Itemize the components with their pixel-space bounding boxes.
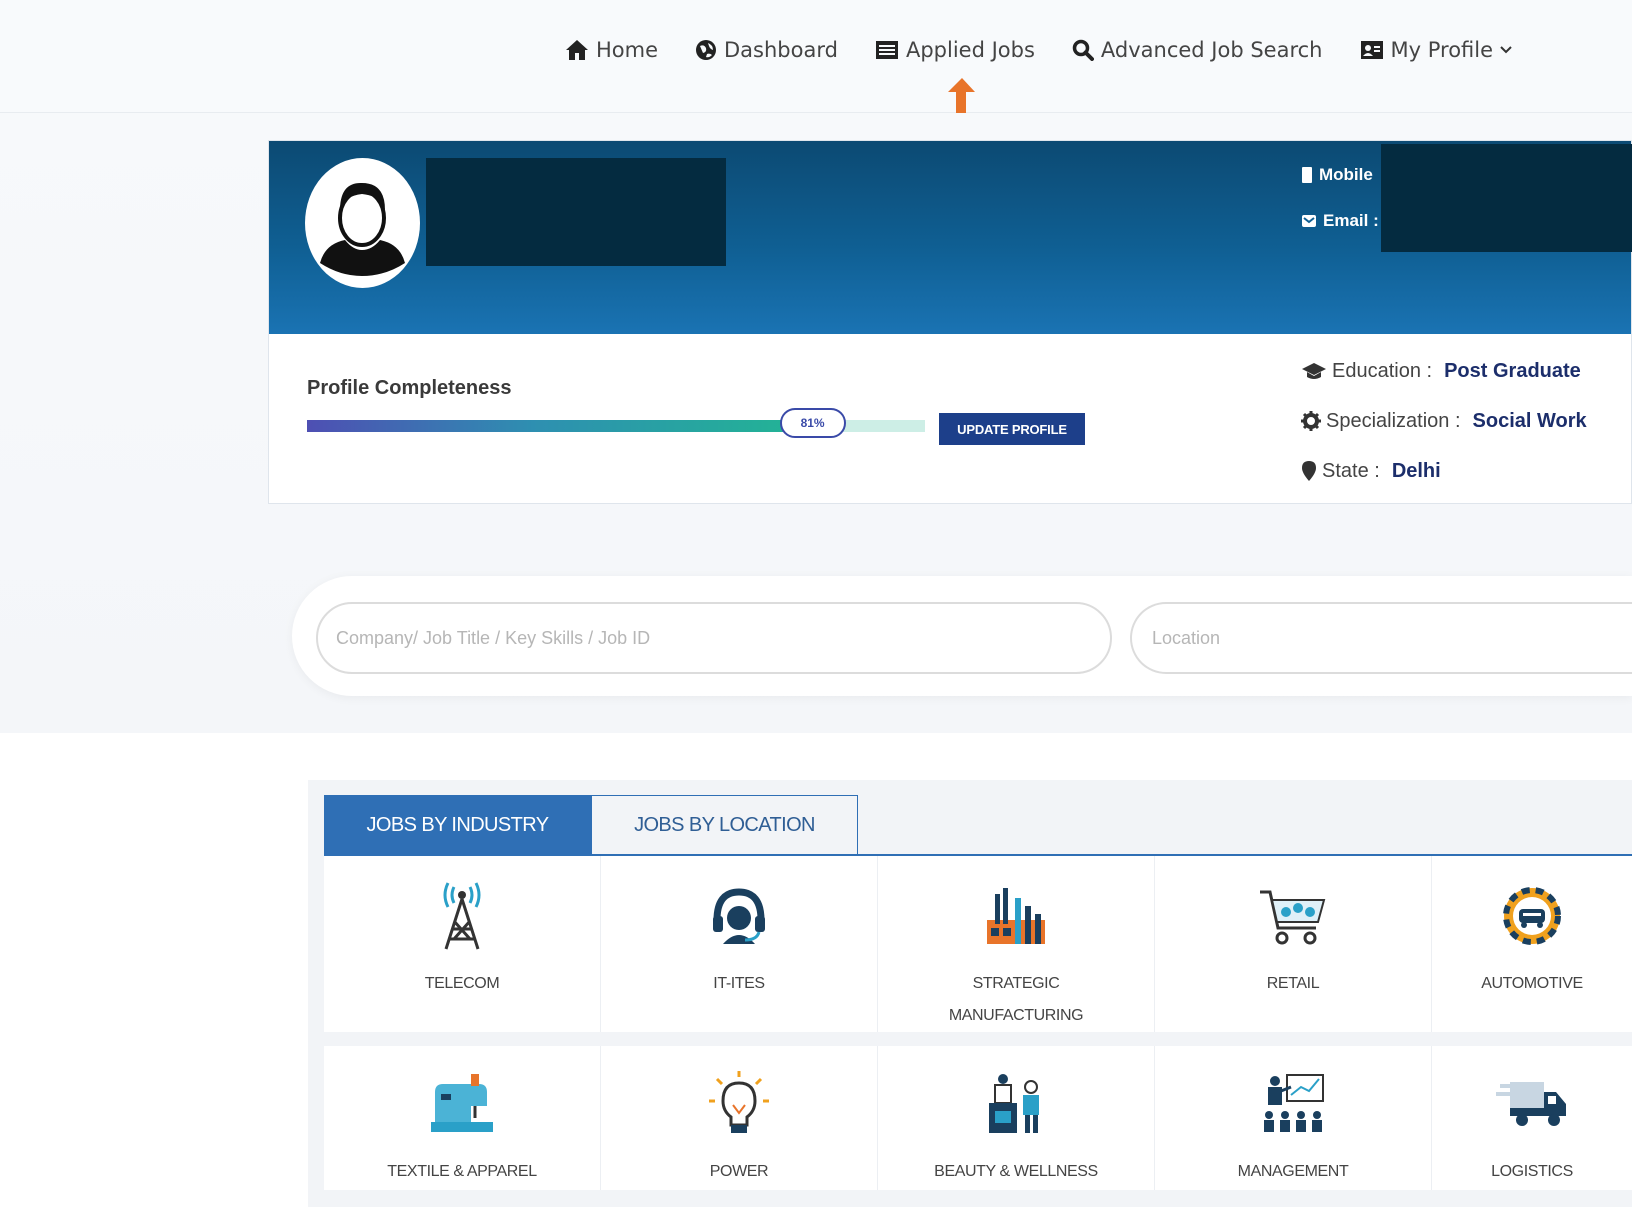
industry-management[interactable]: MANAGEMENT	[1155, 1046, 1432, 1190]
industry-telecom[interactable]: TELECOM	[324, 856, 601, 1032]
search-icon	[1072, 39, 1094, 61]
truck-icon	[1496, 1068, 1568, 1140]
shopping-cart-icon	[1257, 880, 1329, 952]
industry-row: TELECOM IT-ITES STRATEGIC MANUFACTURING …	[324, 856, 1632, 1032]
profile-banner: Mobile Email :	[269, 141, 1632, 334]
state-value: Delhi	[1391, 459, 1441, 482]
mobile-icon	[1302, 167, 1312, 183]
keyword-search-input[interactable]	[316, 602, 1112, 674]
jobs-tabs: JOBS BY INDUSTRY JOBS BY LOCATION	[324, 795, 858, 855]
education-value: Post Graduate	[1444, 359, 1581, 382]
industry-logistics[interactable]: LOGISTICS	[1432, 1046, 1632, 1190]
presentation-icon	[1257, 1068, 1329, 1140]
profile-completeness-title: Profile Completeness	[307, 377, 512, 399]
industry-label: TEXTILE & APPAREL	[387, 1163, 537, 1180]
industry-label: AUTOMOTIVE	[1481, 975, 1583, 992]
nav-menu: Home Dashboard Applied Jobs Advanced Job…	[565, 33, 1550, 67]
industry-strategic-manufacturing[interactable]: STRATEGIC MANUFACTURING	[878, 856, 1155, 1032]
factory-icon	[980, 880, 1052, 952]
nav-dashboard[interactable]: Dashboard	[695, 38, 838, 62]
industry-it-ites[interactable]: IT-ITES	[601, 856, 878, 1032]
tab-jobs-by-industry[interactable]: JOBS BY INDUSTRY	[324, 795, 591, 855]
state-row: State : Delhi	[1301, 456, 1587, 486]
light-bulb-icon	[703, 1068, 775, 1140]
industry-textile-apparel[interactable]: TEXTILE & APPAREL	[324, 1046, 601, 1190]
industry-beauty-wellness[interactable]: BEAUTY & WELLNESS	[878, 1046, 1155, 1190]
gear-icon	[1301, 411, 1321, 431]
specialization-value: Social Work	[1472, 409, 1587, 432]
nav-applied-jobs-label: Applied Jobs	[905, 38, 1035, 62]
specialization-label: Specialization :	[1326, 409, 1461, 432]
redacted-contact	[1381, 144, 1632, 252]
chevron-down-icon	[1500, 46, 1512, 54]
industry-grid: TELECOM IT-ITES STRATEGIC MANUFACTURING …	[324, 856, 1632, 1204]
id-card-icon	[1360, 41, 1383, 59]
tab-jobs-by-location[interactable]: JOBS BY LOCATION	[591, 795, 858, 855]
home-icon	[566, 40, 588, 60]
user-avatar-icon	[320, 182, 405, 276]
industry-label: STRATEGIC MANUFACTURING	[948, 975, 1084, 1024]
industry-row: TEXTILE & APPAREL POWER BEAUTY & WELLNES…	[324, 1046, 1632, 1190]
graduation-cap-icon	[1302, 363, 1326, 379]
nav-my-profile[interactable]: My Profile	[1360, 38, 1514, 62]
profile-progress-bar: 81%	[307, 408, 925, 438]
profile-card: Mobile Email : Profile Completeness 81% …	[268, 140, 1632, 504]
industry-label: POWER	[709, 1163, 769, 1180]
education-label: Education :	[1332, 359, 1433, 382]
email-label: Email :	[1323, 211, 1379, 230]
nav-home-label: Home	[596, 38, 659, 62]
dashboard-icon	[696, 40, 717, 60]
education-row: Education : Post Graduate	[1301, 356, 1587, 386]
nav-home[interactable]: Home	[565, 38, 658, 62]
industry-label: RETAIL	[1266, 975, 1320, 992]
nav-applied-jobs[interactable]: Applied Jobs	[875, 38, 1035, 62]
industry-label: BEAUTY & WELLNESS	[934, 1163, 1098, 1180]
car-gear-icon	[1496, 880, 1568, 952]
profile-details: Education : Post Graduate Specialization…	[1301, 356, 1587, 506]
envelope-icon	[1302, 215, 1316, 227]
salon-icon	[980, 1068, 1052, 1140]
redacted-name	[426, 158, 726, 266]
mobile-row: Mobile	[1301, 163, 1379, 187]
nav-dashboard-label: Dashboard	[724, 38, 838, 62]
industry-label: IT-ITES	[713, 975, 765, 992]
job-search-bar	[292, 576, 1632, 696]
nav-advanced-job-search[interactable]: Advanced Job Search	[1072, 38, 1323, 62]
industry-retail[interactable]: RETAIL	[1155, 856, 1432, 1032]
contact-info: Mobile Email :	[1301, 163, 1379, 255]
industry-power[interactable]: POWER	[601, 1046, 878, 1190]
jobs-panel: JOBS BY INDUSTRY JOBS BY LOCATION TELECO…	[308, 780, 1632, 1207]
map-pin-icon	[1302, 461, 1316, 481]
specialization-row: Specialization : Social Work	[1301, 406, 1587, 436]
state-label: State :	[1322, 459, 1380, 482]
headset-icon	[703, 880, 775, 952]
industry-label: MANAGEMENT	[1237, 1163, 1349, 1180]
telecom-tower-icon	[426, 880, 498, 952]
industry-label: TELECOM	[424, 975, 500, 992]
email-row: Email :	[1301, 209, 1379, 233]
progress-percent-badge: 81%	[779, 408, 846, 438]
nav-my-profile-label: My Profile	[1390, 38, 1494, 62]
update-profile-button[interactable]: UPDATE PROFILE	[939, 413, 1085, 445]
sewing-machine-icon	[426, 1068, 498, 1140]
top-navigation: Home Dashboard Applied Jobs Advanced Job…	[0, 0, 1632, 113]
progress-fill	[307, 420, 808, 432]
industry-label: LOGISTICS	[1491, 1163, 1573, 1180]
nav-advanced-job-search-label: Advanced Job Search	[1100, 38, 1323, 62]
list-icon	[875, 41, 898, 59]
industry-automotive[interactable]: AUTOMOTIVE	[1432, 856, 1632, 1032]
location-input[interactable]	[1130, 602, 1632, 674]
avatar[interactable]	[305, 158, 420, 288]
mobile-label: Mobile	[1319, 165, 1373, 184]
